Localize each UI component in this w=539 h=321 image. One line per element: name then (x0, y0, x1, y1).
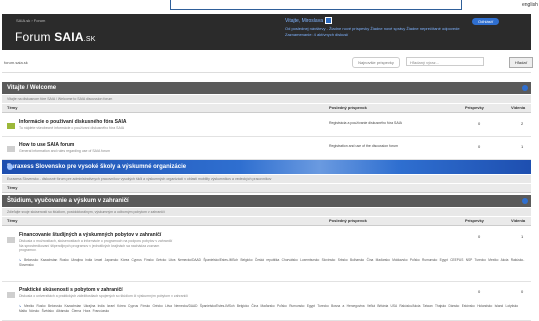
logout-button[interactable]: Odhlásiť (472, 18, 500, 25)
forum-read-icon (7, 146, 15, 152)
col-topics: Témy (7, 185, 18, 190)
posts-count: 0 (478, 144, 481, 149)
col-last-post: Posledný príspevok (329, 218, 367, 223)
category-welcome[interactable]: Vitajte / Welcome (2, 82, 531, 94)
forum-read-icon (7, 292, 15, 298)
logo-suffix: .SK (83, 36, 96, 43)
views-count: 0 (521, 289, 524, 294)
forum-read-icon (7, 237, 15, 243)
collapse-icon[interactable] (522, 198, 528, 204)
category-studium[interactable]: Štúdium, vyučovanie a výskum v zahraničí (2, 195, 531, 207)
recent-posts-button[interactable]: Najnovšie príspevky (352, 57, 400, 68)
table-row[interactable]: Informácie o používaní diskusného fóra S… (2, 114, 531, 137)
category-description: Zdieľajte svoje skúsenosti so štúdiom, p… (2, 208, 531, 216)
forum-description: Na sprostredkovaní štipendijnych program… (19, 243, 160, 248)
col-posts: Príspevky (465, 218, 484, 223)
posts-count: 0 (478, 234, 481, 239)
last-post-link[interactable]: Registration and use of the discussion f… (329, 144, 398, 148)
user-greeting[interactable]: Vitajte, Miroslava (285, 17, 332, 24)
table-row[interactable]: How to use SAIA forum General informatio… (2, 137, 531, 160)
table-header: Témy Posledný príspevok Príspevky Videni… (2, 104, 531, 113)
forum-description: Diskusia o univerzitách a praktických zá… (19, 294, 189, 298)
session-info: Od poslednej návštevy - Žiadne nové prís… (285, 26, 460, 38)
category-description: Euraxess Slovensko - diskusné fórum pre … (2, 175, 531, 183)
search-button[interactable]: Hľadať (509, 57, 533, 68)
col-posts: Príspevky (465, 105, 484, 110)
logo-text: Forum (15, 30, 55, 44)
greeting-text: Vitajte, Miroslava (285, 17, 323, 24)
avatar[interactable] (324, 17, 332, 24)
posts-count: 0 (478, 121, 481, 126)
views-count: 2 (521, 121, 524, 126)
col-topics: Témy (7, 105, 18, 110)
last-post-link[interactable]: Registrácia a používanie diskusného fóra… (329, 121, 402, 125)
views-count: 1 (521, 234, 524, 239)
table-header: Témy Posledný príspevok Príspevky Videni… (2, 217, 531, 226)
forum-description: Tu nájdete všeobecné informácie o použív… (19, 126, 125, 130)
forum-title[interactable]: How to use SAIA forum (19, 142, 74, 148)
views-count: 1 (521, 144, 524, 149)
category-title: Vitajte / Welcome (7, 85, 57, 91)
collapse-icon[interactable] (7, 164, 13, 170)
category-description: Vitajte na diskusnom fóre SAIA / Welcome… (2, 95, 531, 103)
category-title: Štúdium, vyučovanie a výskum v zahraničí (7, 198, 129, 204)
posts-count: 0 (478, 289, 481, 294)
table-header: Témy (2, 184, 531, 193)
col-views: Videnia (511, 105, 526, 110)
table-row[interactable]: Praktické skúsenosti s pobytom v zahrani… (2, 282, 531, 321)
subforum-list[interactable]: Mexiko Rusko Belorusko Kazachstan Ukraji… (19, 304, 518, 313)
language-switch[interactable]: english (522, 2, 538, 8)
category-title: Euraxess Slovensko pre vysoké školy a vý… (7, 164, 187, 170)
top-frame (170, 0, 462, 10)
forum-header: SAIA.sk › Forum Forum SAIA.SK Vitajte, M… (2, 14, 531, 50)
forum-title[interactable]: Financovanie študijných a výskumných pob… (19, 232, 161, 238)
col-topics: Témy (7, 218, 18, 223)
info-line-2: Zaznamenanie: 4 aktívnych diskusií (285, 32, 349, 37)
forum-title[interactable]: Praktické skúsenosti s pobytom v zahrani… (19, 287, 123, 293)
forum-description: programov. (19, 248, 37, 252)
toolbar: forum.saia.sk Najnovšie príspevky Hľadan… (2, 54, 533, 73)
table-row[interactable]: Financovanie študijných a výskumných pob… (2, 227, 531, 282)
collapse-icon[interactable] (522, 85, 528, 91)
subforum-list[interactable]: Belorusko Kazachstan Rusko Ukrajina Indi… (19, 258, 524, 267)
forum-unread-icon (7, 123, 15, 129)
col-views: Videnia (511, 218, 526, 223)
forum-description: General information and rules regarding … (19, 149, 111, 153)
subforum-links[interactable]: ↳ Mexiko Rusko Belorusko Kazachstan Ukra… (19, 304, 525, 314)
subforum-links[interactable]: ↳ Belorusko Kazachstan Rusko Ukrajina In… (19, 258, 525, 268)
col-last-post: Posledný príspevok (329, 105, 367, 110)
site-link[interactable]: forum.saia.sk (4, 60, 28, 65)
site-logo[interactable]: Forum SAIA.SK (15, 30, 96, 44)
breadcrumb[interactable]: SAIA.sk › Forum (16, 18, 45, 23)
forum-title[interactable]: Informácie o používaní diskusného fóra S… (19, 119, 127, 125)
search-input[interactable]: Hľadaný výraz... (406, 57, 484, 66)
category-euraxess[interactable]: Euraxess Slovensko pre vysoké školy a vý… (2, 160, 531, 174)
logo-bold: SAIA (54, 30, 84, 44)
